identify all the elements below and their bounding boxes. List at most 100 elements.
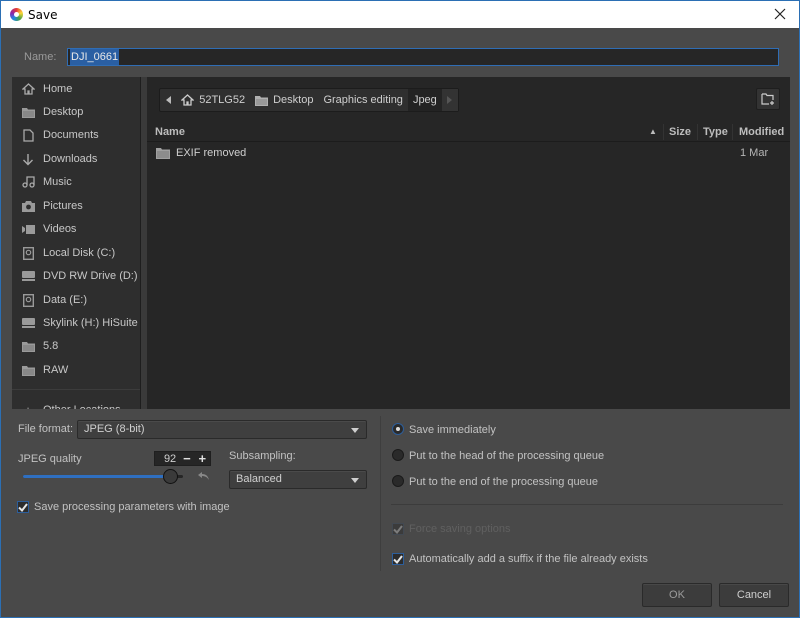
path-segment-home[interactable]: 52TLG52 bbox=[176, 89, 250, 111]
checkmark-icon bbox=[393, 524, 403, 534]
sidebar-item-label: Music bbox=[43, 176, 72, 188]
sidebar-item-pictures[interactable]: Pictures bbox=[12, 195, 140, 217]
sidebar-item-skylink-h[interactable]: Skylink (H:) HiSuite bbox=[12, 312, 140, 334]
options-divider bbox=[380, 416, 381, 571]
column-type[interactable]: Type bbox=[703, 122, 728, 142]
radio-queue-head[interactable] bbox=[392, 449, 404, 461]
radio-label: Save immediately bbox=[409, 424, 496, 436]
filename-value: DJI_0661 bbox=[70, 49, 120, 65]
force-saving-label: Force saving options bbox=[409, 523, 511, 535]
slider-fill bbox=[23, 475, 170, 478]
auto-suffix-checkbox[interactable] bbox=[392, 553, 404, 565]
path-segment-desktop[interactable]: Desktop bbox=[250, 89, 318, 111]
sidebar-item-label: 5.8 bbox=[43, 340, 59, 352]
jpeg-quality-slider[interactable] bbox=[23, 468, 183, 484]
video-icon bbox=[21, 222, 35, 236]
folder-icon bbox=[21, 105, 35, 119]
dropdown-arrow-icon bbox=[351, 428, 359, 433]
dropdown-arrow-icon bbox=[351, 478, 359, 483]
folder-icon bbox=[21, 339, 35, 353]
path-segment-graphics-editing[interactable]: Graphics editing bbox=[318, 89, 408, 111]
title-bar: Save bbox=[1, 1, 799, 28]
path-bar: 52TLG52 Desktop Graphics editing Jpeg bbox=[159, 88, 459, 112]
music-icon bbox=[21, 175, 35, 189]
folder-icon bbox=[21, 363, 35, 377]
sort-ascending-icon: ▲ bbox=[649, 127, 657, 136]
radio-save-immediately[interactable] bbox=[392, 423, 404, 435]
document-icon bbox=[21, 128, 35, 142]
reset-icon[interactable] bbox=[198, 472, 209, 483]
sidebar-item-label: Desktop bbox=[43, 106, 84, 118]
home-icon bbox=[21, 82, 35, 96]
sidebar-item-label: Home bbox=[43, 83, 73, 95]
ok-button[interactable]: OK bbox=[642, 583, 712, 607]
sidebar-item-documents[interactable]: Documents bbox=[12, 124, 140, 146]
cancel-button[interactable]: Cancel bbox=[719, 583, 789, 607]
path-segment-label: Graphics editing bbox=[323, 94, 403, 106]
sidebar-item-5-8[interactable]: 5.8 bbox=[12, 335, 140, 357]
sidebar-item-raw[interactable]: RAW bbox=[12, 359, 140, 381]
jpeg-quality-spinbox[interactable]: 92 − + bbox=[154, 451, 211, 466]
places-sidebar: Home Desktop Documents Downloads Music P… bbox=[12, 77, 141, 409]
save-params-checkbox[interactable] bbox=[17, 501, 29, 513]
subsampling-dropdown[interactable]: Balanced bbox=[229, 470, 367, 489]
subsampling-label: Subsampling: bbox=[229, 450, 296, 462]
new-folder-button[interactable] bbox=[756, 88, 780, 110]
sidebar-item-downloads[interactable]: Downloads bbox=[12, 148, 140, 170]
close-button[interactable] bbox=[765, 3, 795, 25]
download-icon bbox=[21, 152, 35, 166]
path-segment-label: Jpeg bbox=[412, 94, 437, 106]
save-dialog: Save Name: DJI_0661 Home Desktop Documen… bbox=[0, 0, 800, 618]
path-segment-label: 52TLG52 bbox=[199, 94, 246, 106]
checkmark-icon bbox=[18, 502, 28, 512]
sidebar-item-home[interactable]: Home bbox=[12, 78, 140, 100]
path-scroll-left-button[interactable] bbox=[160, 89, 176, 111]
radio-label: Put to the end of the processing queue bbox=[409, 476, 598, 488]
sidebar-item-data-e[interactable]: Data (E:) bbox=[12, 289, 140, 311]
slider-thumb[interactable] bbox=[163, 469, 178, 484]
plus-icon: + bbox=[21, 403, 35, 410]
sidebar-item-dvd-drive-d[interactable]: DVD RW Drive (D:) bbox=[12, 265, 140, 287]
home-icon bbox=[181, 94, 195, 106]
sidebar-item-label: Documents bbox=[43, 129, 99, 141]
column-divider[interactable] bbox=[663, 124, 664, 140]
column-name[interactable]: Name bbox=[155, 122, 185, 142]
folder-icon bbox=[156, 147, 170, 162]
column-divider[interactable] bbox=[697, 124, 698, 140]
chevron-right-icon bbox=[447, 96, 453, 104]
sidebar-item-other-locations[interactable]: + Other Locations bbox=[12, 399, 140, 410]
optical-drive-icon bbox=[21, 316, 35, 330]
sidebar-item-music[interactable]: Music bbox=[12, 171, 140, 193]
file-browser: 52TLG52 Desktop Graphics editing Jpeg Na… bbox=[147, 77, 790, 409]
radio-queue-end[interactable] bbox=[392, 475, 404, 487]
camera-icon bbox=[21, 199, 35, 213]
sidebar-item-label: Other Locations bbox=[43, 404, 121, 409]
app-logo-icon bbox=[10, 8, 23, 21]
file-format-dropdown[interactable]: JPEG (8-bit) bbox=[77, 420, 367, 439]
force-saving-checkbox bbox=[392, 523, 404, 535]
radio-label: Put to the head of the processing queue bbox=[409, 450, 605, 462]
jpeg-quality-value[interactable]: 92 bbox=[155, 453, 176, 465]
optical-drive-icon bbox=[21, 269, 35, 283]
checkmark-icon bbox=[393, 554, 403, 564]
sidebar-item-label: DVD RW Drive (D:) bbox=[43, 270, 138, 282]
column-size[interactable]: Size bbox=[669, 122, 691, 142]
increment-button[interactable]: + bbox=[195, 452, 210, 465]
close-icon bbox=[774, 8, 786, 20]
new-folder-icon bbox=[761, 93, 774, 105]
path-scroll-right-button[interactable] bbox=[441, 89, 458, 111]
auto-suffix-label: Automatically add a suffix if the file a… bbox=[409, 553, 648, 565]
sidebar-item-desktop[interactable]: Desktop bbox=[12, 101, 140, 123]
sidebar-item-label: RAW bbox=[43, 364, 69, 376]
sidebar-item-label: Downloads bbox=[43, 153, 98, 165]
file-row[interactable]: EXIF removed 1 Mar bbox=[147, 143, 790, 163]
column-divider[interactable] bbox=[732, 124, 733, 140]
column-modified[interactable]: Modified bbox=[739, 122, 784, 142]
drive-icon bbox=[21, 293, 35, 307]
filename-input[interactable]: DJI_0661 bbox=[67, 48, 779, 66]
decrement-button[interactable]: − bbox=[179, 452, 194, 465]
sidebar-item-local-disk-c[interactable]: Local Disk (C:) bbox=[12, 242, 140, 264]
sidebar-item-videos[interactable]: Videos bbox=[12, 218, 140, 240]
path-segment-jpeg[interactable]: Jpeg bbox=[407, 89, 442, 111]
drive-icon bbox=[21, 246, 35, 260]
